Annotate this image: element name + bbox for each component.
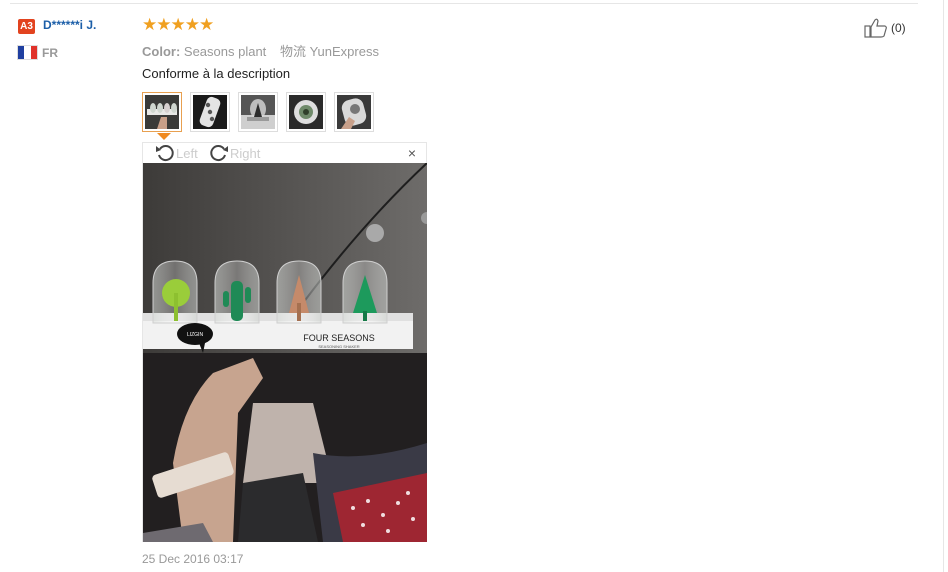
review-text: Conforme à la description [142, 66, 291, 81]
thumbnail-photo-5[interactable] [334, 92, 374, 132]
rotate-left-label: Left [176, 145, 198, 161]
thumbs-up-icon [864, 18, 887, 38]
photo-product-caption: FOUR SEASONS [303, 333, 375, 343]
selected-thumbnail-pointer [157, 133, 171, 140]
thumbnail-photo-3[interactable] [238, 92, 278, 132]
review-date: 25 Dec 2016 03:17 [142, 552, 244, 566]
photo-product-subcaption: SEASONING SHAKER [318, 344, 359, 349]
logistics-label: 物流 [279, 44, 306, 59]
review-photo-thumbnails [142, 92, 374, 132]
country-flag-icon [17, 45, 38, 60]
order-info: Color: Seasons plant 物流 YunExpress [142, 41, 379, 60]
review-photo: FOUR SEASONS SEASONING SHAKER LIZGIN [143, 163, 427, 542]
rotate-left-icon [156, 145, 174, 162]
photo-thumbnail-image [145, 95, 179, 129]
color-label: Color: [142, 44, 181, 59]
star-rating: ★★★★★ [142, 15, 214, 34]
right-divider [943, 0, 944, 572]
helpful-count: (0) [891, 21, 906, 35]
logistics-value: YunExpress [309, 44, 379, 59]
photo-thumbnail-image [289, 95, 323, 129]
rotate-right-icon [210, 145, 228, 162]
helpful-button[interactable]: (0) [864, 18, 906, 38]
thumbnail-photo-1[interactable] [142, 92, 182, 132]
thumbnail-photo-2[interactable] [190, 92, 230, 132]
reviewer-name: D******i J. [43, 18, 97, 32]
photo-thumbnail-image [241, 95, 275, 129]
photo-thumbnail-image [193, 95, 227, 129]
photo-brand-label: LIZGIN [187, 332, 204, 338]
top-divider [10, 3, 918, 4]
photo-viewer: Left Right × FOUR SEASONS SEASONING SHAK… [142, 142, 427, 542]
rotate-right-label: Right [230, 145, 261, 161]
photo-thumbnail-image [337, 95, 371, 129]
color-value: Seasons plant [183, 44, 267, 59]
viewer-toolbar: Left Right × [143, 143, 426, 163]
reviewer-country: FR [42, 46, 58, 60]
thumbnail-photo-4[interactable] [286, 92, 326, 132]
rotate-left-button[interactable]: Left [155, 144, 198, 162]
rotate-right-button[interactable]: Right [209, 144, 260, 162]
buyer-level-badge: A3 [18, 19, 35, 34]
close-viewer-button[interactable]: × [408, 146, 416, 160]
